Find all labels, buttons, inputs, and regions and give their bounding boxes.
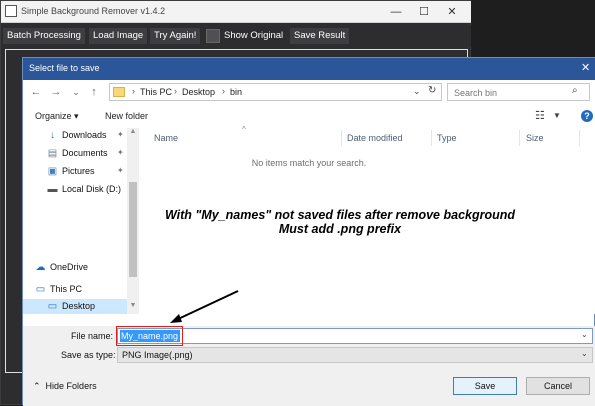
nav-item-label: Local Disk (D:) bbox=[62, 184, 122, 194]
dialog-footer: ⌃ Hide Folders Save Cancel bbox=[23, 366, 595, 406]
pin-icon: ✦ bbox=[117, 166, 124, 175]
show-original-checkbox[interactable] bbox=[206, 29, 220, 43]
breadcrumb-desktop[interactable]: Desktop bbox=[182, 87, 215, 97]
nav-item-label: This PC bbox=[50, 284, 83, 294]
navigation-pane: ↓ Downloads ✦ ▤ Documents ✦ ▣ Pictures ✦… bbox=[23, 128, 127, 314]
chevron-right-icon: › bbox=[222, 86, 225, 96]
app-title: Simple Background Remover v1.4.2 bbox=[21, 6, 166, 16]
nav-item-label: Documents bbox=[62, 148, 108, 158]
new-folder-button[interactable]: New folder bbox=[105, 111, 148, 121]
annotation-line-2: Must add .png prefix bbox=[278, 222, 402, 236]
help-icon[interactable]: ? bbox=[581, 110, 593, 122]
scroll-down-icon[interactable]: ▼ bbox=[127, 302, 139, 309]
view-options-icon[interactable]: ☷ bbox=[535, 109, 545, 122]
pictures-icon: ▣ bbox=[47, 166, 58, 177]
app-toolbar: Batch Processing Load Image Try Again! S… bbox=[1, 25, 472, 47]
chevron-right-icon: › bbox=[174, 86, 177, 96]
file-name-field[interactable]: ⌄ bbox=[117, 328, 593, 344]
chevron-down-icon[interactable]: ⌄ bbox=[413, 86, 421, 97]
nav-item-desktop[interactable]: ▭ Desktop bbox=[23, 299, 127, 314]
nav-item-local-disk[interactable]: ▬ Local Disk (D:) bbox=[23, 182, 127, 198]
sort-caret-icon: ^ bbox=[242, 125, 246, 134]
dialog-title: Select file to save bbox=[29, 63, 100, 73]
try-again-button[interactable]: Try Again! bbox=[150, 28, 201, 44]
save-button[interactable]: Save bbox=[453, 377, 517, 395]
annotation-line-1: With "My_names" not saved files after re… bbox=[164, 208, 516, 222]
column-header-size[interactable]: Size bbox=[526, 133, 544, 143]
cancel-button[interactable]: Cancel bbox=[526, 377, 590, 395]
address-bar[interactable]: › This PC › Desktop › bin ⌄ ↻ bbox=[109, 83, 442, 101]
save-as-type-label: Save as type: bbox=[61, 350, 116, 360]
chevron-right-icon: › bbox=[132, 86, 135, 96]
cloud-icon: ☁ bbox=[35, 262, 46, 273]
up-arrow-icon[interactable]: ↑ bbox=[87, 85, 101, 99]
nav-item-downloads[interactable]: ↓ Downloads ✦ bbox=[23, 128, 127, 144]
app-titlebar: Simple Background Remover v1.4.2 — ☐ ✕ bbox=[1, 1, 472, 23]
dialog-close-icon[interactable]: ✕ bbox=[581, 61, 590, 74]
app-close-button[interactable]: ✕ bbox=[444, 4, 460, 20]
navigation-bar: ← → ⌄ ↑ › This PC › Desktop › bin ⌄ ↻ ⌕ bbox=[23, 80, 595, 106]
column-divider[interactable] bbox=[579, 130, 580, 146]
breadcrumb-bin[interactable]: bin bbox=[230, 87, 242, 97]
nav-item-label: OneDrive bbox=[50, 262, 89, 272]
nav-item-documents[interactable]: ▤ Documents ✦ bbox=[23, 146, 127, 162]
nav-item-label: Downloads bbox=[62, 130, 107, 140]
column-header-name[interactable]: Name bbox=[154, 133, 178, 143]
column-divider[interactable] bbox=[341, 130, 342, 146]
nav-item-pictures[interactable]: ▣ Pictures ✦ bbox=[23, 164, 127, 180]
save-as-type-value: PNG Image(.png) bbox=[122, 350, 193, 360]
chevron-down-icon[interactable]: ▼ bbox=[553, 111, 561, 120]
document-icon: ▤ bbox=[47, 148, 58, 159]
nav-item-this-pc[interactable]: ▭ This PC bbox=[11, 282, 115, 298]
nav-item-onedrive[interactable]: ☁ OneDrive bbox=[11, 260, 115, 276]
column-divider[interactable] bbox=[431, 130, 432, 146]
recent-dropdown-icon[interactable]: ⌄ bbox=[69, 85, 83, 99]
file-name-row: File name: ⌄ bbox=[23, 326, 595, 346]
maximize-button[interactable]: ☐ bbox=[416, 4, 432, 20]
chevron-up-icon: ⌃ bbox=[33, 381, 46, 391]
annotation-text: With "My_names" not saved files after re… bbox=[130, 208, 550, 236]
desktop-background bbox=[471, 0, 595, 60]
column-header-type[interactable]: Type bbox=[437, 133, 457, 143]
annotation-highlight-box bbox=[116, 326, 183, 346]
search-input[interactable] bbox=[454, 87, 564, 99]
folder-icon bbox=[113, 87, 125, 97]
chevron-down-icon[interactable]: ⌄ bbox=[581, 349, 588, 358]
organize-menu[interactable]: Organize ▾ bbox=[35, 111, 79, 122]
nav-item-label: Desktop bbox=[62, 301, 96, 311]
forward-arrow-icon[interactable]: → bbox=[49, 85, 63, 99]
scroll-up-icon[interactable]: ▲ bbox=[127, 128, 139, 135]
refresh-icon[interactable]: ↻ bbox=[428, 85, 436, 96]
show-original-label[interactable]: Show Original bbox=[224, 28, 283, 44]
pin-icon: ✦ bbox=[117, 130, 124, 139]
pin-icon: ✦ bbox=[117, 148, 124, 157]
save-as-type-row: Save as type: PNG Image(.png) ⌄ bbox=[23, 346, 595, 366]
computer-icon: ▭ bbox=[35, 284, 46, 295]
command-bar: Organize ▾ New folder ☷ ▼ ? bbox=[23, 106, 595, 128]
drive-icon: ▬ bbox=[47, 184, 58, 195]
save-result-button[interactable]: Save Result bbox=[290, 28, 350, 44]
breadcrumb-this-pc[interactable]: This PC bbox=[140, 87, 172, 97]
search-icon: ⌕ bbox=[572, 85, 578, 96]
nav-item-label: Pictures bbox=[62, 166, 95, 176]
app-icon bbox=[5, 5, 17, 17]
download-icon: ↓ bbox=[50, 130, 55, 141]
back-arrow-icon[interactable]: ← bbox=[29, 85, 43, 99]
batch-processing-button[interactable]: Batch Processing bbox=[3, 28, 85, 44]
hide-folders-label: Hide Folders bbox=[45, 381, 97, 391]
dialog-titlebar: Select file to save ✕ bbox=[23, 58, 595, 80]
column-divider[interactable] bbox=[519, 130, 520, 146]
desktop-icon: ▭ bbox=[47, 301, 58, 312]
hide-folders-toggle[interactable]: ⌃ Hide Folders bbox=[33, 381, 97, 392]
empty-message: No items match your search. bbox=[251, 158, 367, 168]
search-box[interactable]: ⌕ bbox=[447, 83, 590, 101]
column-header-date[interactable]: Date modified bbox=[347, 133, 403, 143]
save-as-type-select[interactable]: PNG Image(.png) ⌄ bbox=[117, 347, 593, 363]
minimize-button[interactable]: — bbox=[388, 4, 404, 20]
chevron-down-icon[interactable]: ⌄ bbox=[581, 330, 588, 339]
load-image-button[interactable]: Load Image bbox=[89, 28, 148, 44]
file-name-label: File name: bbox=[71, 331, 114, 341]
